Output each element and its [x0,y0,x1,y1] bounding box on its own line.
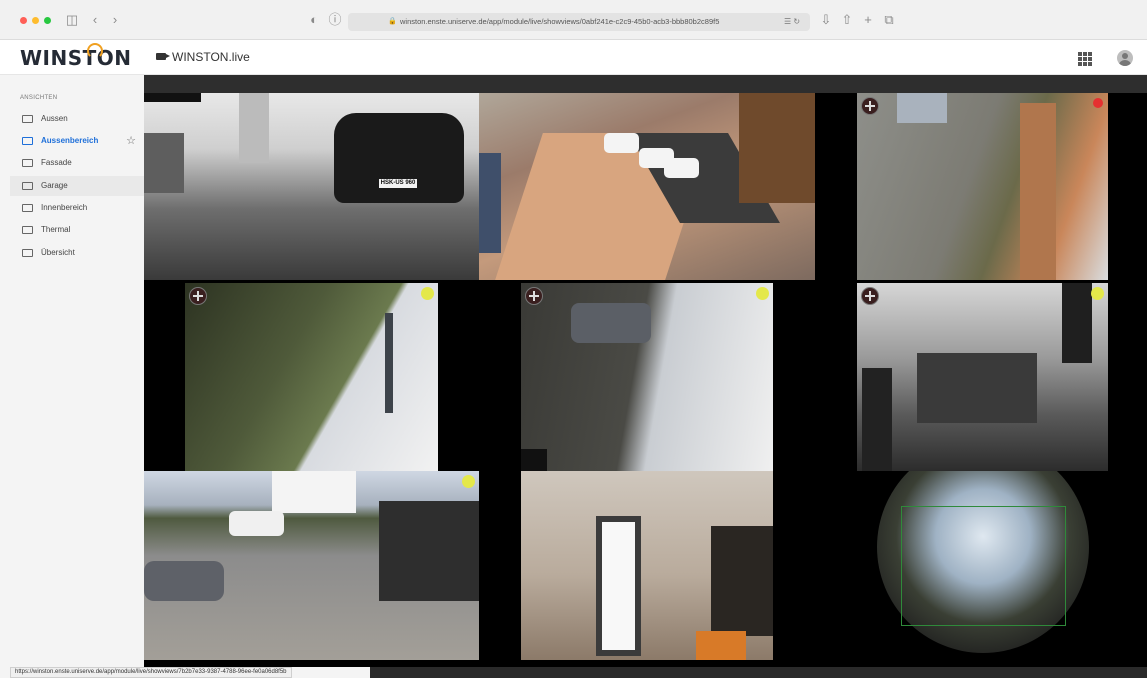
view-icon [22,159,33,167]
sidebar-item-innenbereich[interactable]: Innenbereich [10,198,144,218]
sidebar-item-fassade[interactable]: Fassade [10,153,144,173]
view-icon [22,137,33,145]
info-icon[interactable]: ⓘ [326,11,344,29]
camera-feed-slope-north[interactable] [185,283,438,471]
sidebar-item-aussen[interactable]: Aussen [10,109,144,129]
sidebar-item-aussenbereich[interactable]: Aussenbereich ☆ [10,131,144,151]
lock-icon: 🔒 [388,18,397,25]
view-icon [22,226,33,234]
camera-feed-facade-privacy[interactable] [857,93,1108,280]
status-indicator [462,475,475,488]
sidebar-item-uebersicht[interactable]: Übersicht [10,243,144,263]
sidebar: ANSICHTEN Aussen Aussenbereich ☆ Fassade… [10,75,144,667]
view-icon [22,182,33,190]
ptz-control-icon[interactable] [861,287,879,305]
page-title: WINSTON.live [156,50,250,64]
sidebar-item-label: Innenbereich [41,203,88,212]
camera-feed-fisheye[interactable] [857,471,1108,660]
view-icon [22,249,33,257]
sidebar-item-label: Fassade [41,158,72,167]
app-header: WINSTON WINSTON.live [0,40,1147,75]
camera-feed-interior[interactable] [521,471,773,660]
apps-grid-icon[interactable] [1078,52,1092,66]
parked-car [334,113,464,203]
status-indicator [421,287,434,300]
sidebar-item-label: Aussenbereich [41,136,99,145]
share-icon[interactable]: ⇧ [838,11,856,29]
page-title-text: WINSTON.live [172,50,250,64]
sidebar-item-garage[interactable]: Garage [10,176,144,196]
winston-logo[interactable]: WINSTON [20,46,132,70]
sidebar-toggle-icon[interactable]: ◫ [63,11,81,29]
status-indicator [1091,287,1104,300]
forward-icon[interactable]: › [106,11,124,29]
video-camera-icon [156,53,170,60]
logo-ring-icon [87,43,103,59]
camera-feed-courtyard[interactable] [144,471,479,660]
sidebar-heading: ANSICHTEN [20,95,58,101]
camera-feed-garage[interactable] [857,283,1108,471]
camera-label-redacted [144,93,201,102]
status-indicator [756,287,769,300]
new-tab-icon[interactable]: + [859,11,877,29]
back-icon[interactable]: ‹ [86,11,104,29]
address-bar[interactable]: 🔒 winston.enste.uniserve.de/app/module/l… [348,13,810,31]
reader-icon[interactable]: ☰ ↻ [784,13,800,31]
browser-toolbar: ◫ ‹ › ◐ ⓘ 🔒 winston.enste.uniserve.de/ap… [0,0,1147,40]
close-window-button[interactable] [20,17,27,24]
motion-zone [901,506,1066,626]
camera-grid: HSK-US 960 [144,93,1147,667]
license-plate: HSK-US 960 [379,179,417,188]
view-icon [22,204,33,212]
user-avatar[interactable] [1117,50,1133,66]
sidebar-item-label: Thermal [41,225,71,234]
favorite-star-icon[interactable]: ☆ [126,131,136,151]
url-text: winston.enste.uniserve.de/app/module/liv… [400,17,720,26]
sidebar-item-thermal[interactable]: Thermal [10,220,144,240]
camera-feed-parking-lot[interactable] [479,93,815,280]
grid-toolbar [144,75,1147,93]
sidebar-item-label: Garage [41,181,68,190]
maximize-window-button[interactable] [44,17,51,24]
ptz-control-icon[interactable] [525,287,543,305]
ptz-control-icon[interactable] [861,97,879,115]
interior-door [596,516,641,656]
link-preview-status: https://winston.enste.uniserve.de/app/mo… [10,667,292,678]
tabs-overview-icon[interactable]: ⧉ [880,11,898,29]
grid-footer [370,667,1147,678]
download-icon[interactable]: ⇩ [817,11,835,29]
sidebar-item-label: Aussen [41,114,68,123]
minimize-window-button[interactable] [32,17,39,24]
sidebar-item-label: Übersicht [41,248,75,257]
recording-indicator [1093,98,1103,108]
shield-icon[interactable]: ◐ [305,11,323,29]
view-icon [22,115,33,123]
camera-feed-parking-entrance[interactable]: HSK-US 960 [144,93,479,280]
camera-feed-facade-east[interactable] [521,283,773,471]
ptz-control-icon[interactable] [189,287,207,305]
